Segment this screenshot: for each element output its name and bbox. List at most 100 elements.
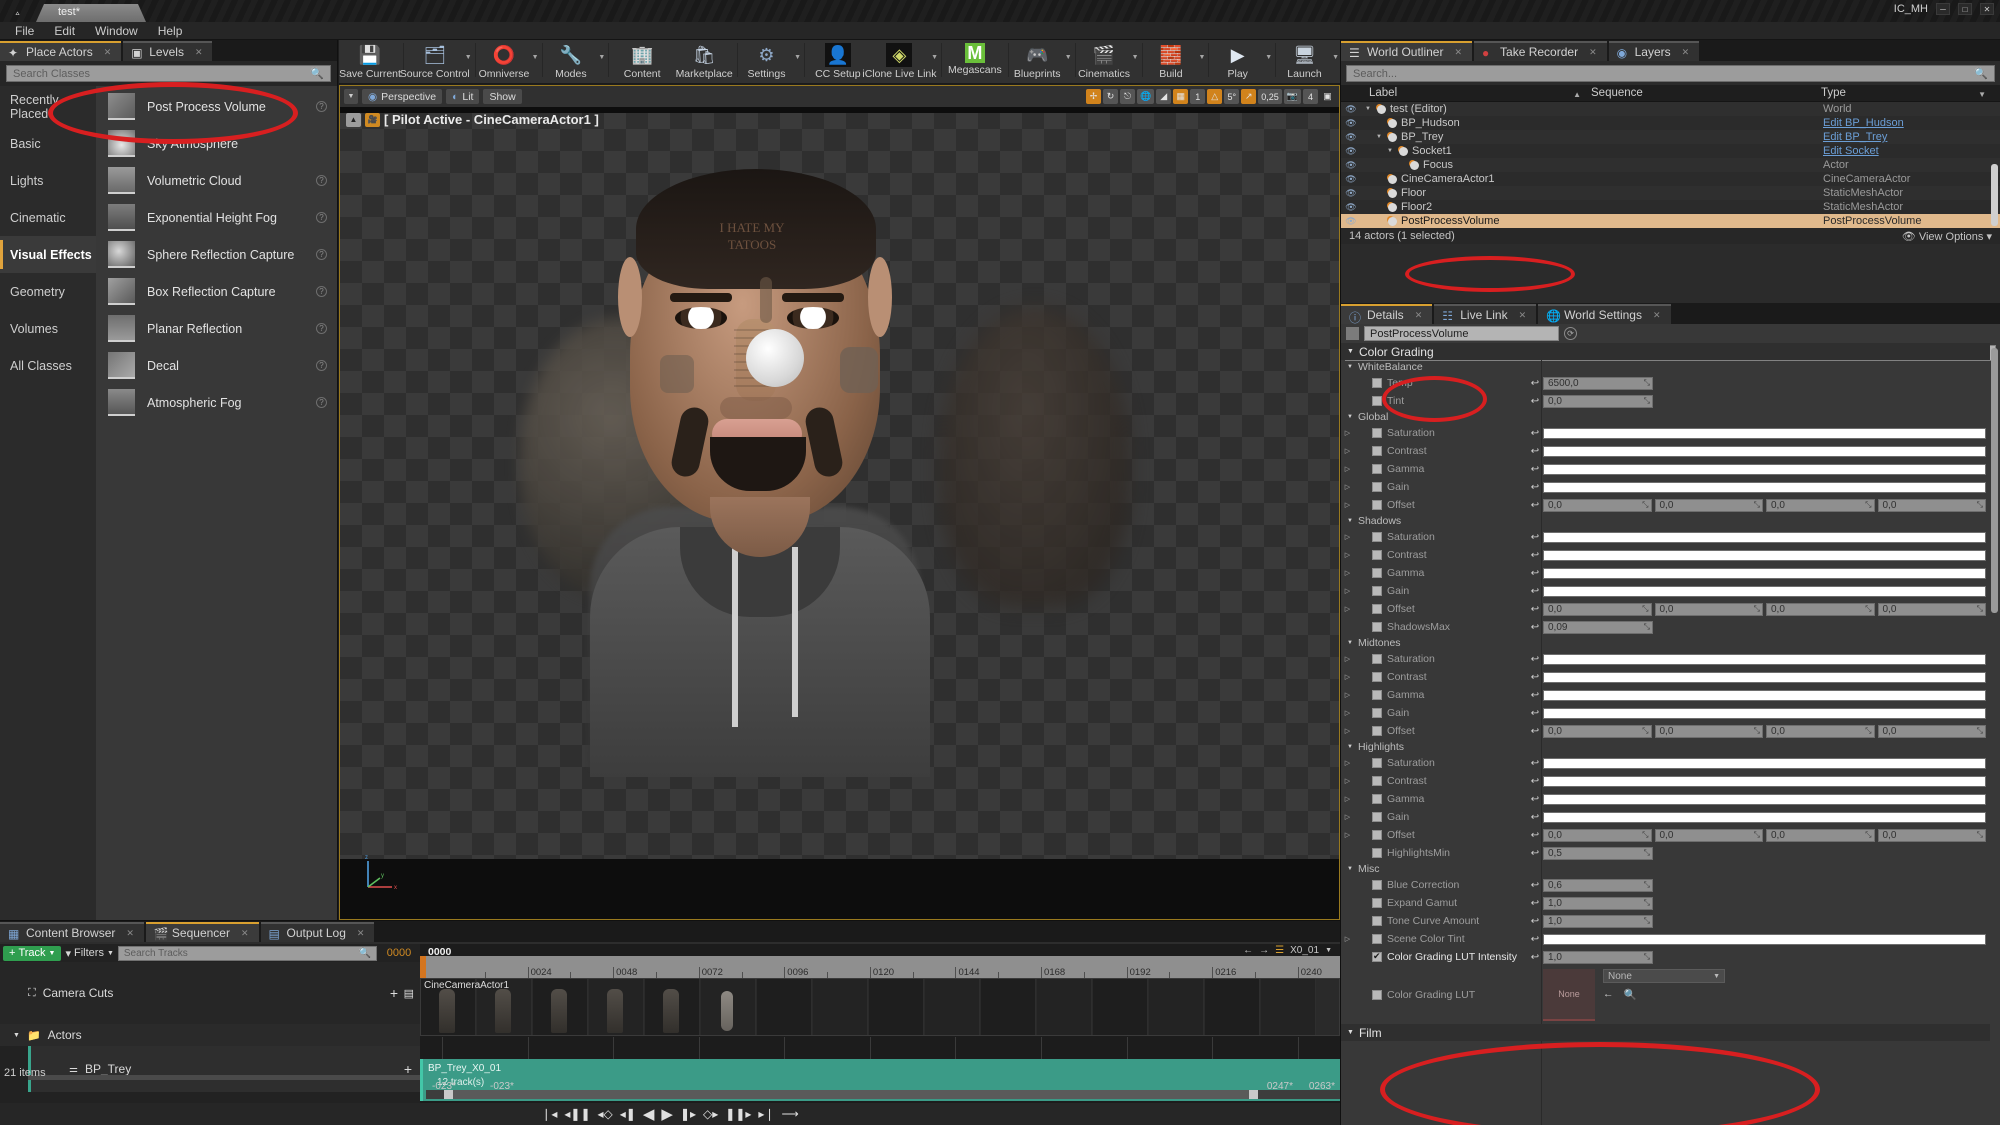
- outliner-row-type-link[interactable]: Edit BP_Hudson: [1823, 117, 2000, 129]
- maximize-button[interactable]: □: [1958, 3, 1972, 15]
- spinner-icon[interactable]: ⤡: [1754, 604, 1760, 614]
- color-gradient-slider-gamma[interactable]: [1543, 463, 1986, 475]
- visibility-eye-icon[interactable]: 👁: [1341, 146, 1361, 157]
- menu-window[interactable]: Window: [86, 23, 147, 39]
- details-subcategory-global[interactable]: ▼ Global: [1341, 410, 1990, 424]
- toolbar-cc-setup-button[interactable]: 👤 CC Setup: [807, 40, 869, 84]
- timeline-range-start2-label[interactable]: -023*: [490, 1081, 514, 1092]
- expand-triangle-icon[interactable]: ▷: [1341, 655, 1354, 663]
- expand-triangle-icon[interactable]: ▷: [1341, 551, 1354, 559]
- expand-triangle-icon[interactable]: ▷: [1341, 465, 1354, 473]
- spinner-icon[interactable]: ⤡: [1977, 830, 1983, 840]
- visibility-eye-icon[interactable]: 👁: [1341, 188, 1361, 199]
- property-checkbox-highlightsmin[interactable]: [1372, 848, 1382, 858]
- color-gradient-slider-gamma[interactable]: [1543, 793, 1986, 805]
- menu-file[interactable]: File: [6, 23, 43, 39]
- expand-triangle-icon[interactable]: ▷: [1341, 795, 1354, 803]
- property-checkbox-saturation[interactable]: [1372, 654, 1382, 664]
- close-icon[interactable]: ✕: [195, 47, 203, 58]
- reset-to-default-icon[interactable]: ↩: [1527, 428, 1543, 439]
- project-tab[interactable]: test*: [36, 4, 146, 22]
- spinner-icon[interactable]: ⤡: [1644, 378, 1650, 388]
- numeric-input-offset[interactable]: 0,0 ⤡: [1654, 498, 1763, 512]
- scrollbar-thumb[interactable]: [444, 1089, 1258, 1099]
- reset-to-default-icon[interactable]: ↩: [1527, 952, 1543, 963]
- close-icon[interactable]: ✕: [1653, 310, 1661, 321]
- visibility-eye-icon[interactable]: 👁: [1341, 202, 1361, 213]
- close-icon[interactable]: ✕: [1682, 47, 1690, 58]
- spinner-icon[interactable]: ⤡: [1642, 500, 1648, 510]
- spinner-icon[interactable]: ⤡: [1865, 604, 1871, 614]
- toolbar-megascans-button[interactable]: M Megascans: [944, 40, 1006, 84]
- expand-triangle-icon[interactable]: ▷: [1341, 777, 1354, 785]
- track-bp-trey[interactable]: ⚌ BP_Trey +: [28, 1046, 420, 1092]
- reset-to-default-icon[interactable]: ↩: [1527, 586, 1543, 597]
- expand-triangle-icon[interactable]: ▷: [1341, 569, 1354, 577]
- outliner-row[interactable]: 👁 ▼ BP_Trey Edit BP_Trey: [1341, 130, 2000, 144]
- property-checkbox-saturation[interactable]: [1372, 758, 1382, 768]
- reset-to-default-icon[interactable]: ↩: [1527, 464, 1543, 475]
- color-gradient-slider-scene-color-tint[interactable]: [1543, 933, 1986, 945]
- outliner-row[interactable]: 👁 ▼ test (Editor) World: [1341, 102, 2000, 116]
- timeline-range-end-label[interactable]: 0247*: [1267, 1081, 1293, 1092]
- numeric-input-offset[interactable]: 0,0 ⤡: [1877, 828, 1986, 842]
- close-icon[interactable]: ✕: [241, 928, 249, 939]
- details-subcategory-whitebalance[interactable]: ▼ WhiteBalance: [1341, 360, 1990, 374]
- track-folder-actors[interactable]: ▼ 📁 Actors: [0, 1024, 420, 1046]
- grid-snap-icon[interactable]: ▦: [1173, 89, 1189, 104]
- spinner-icon[interactable]: ⤡: [1977, 500, 1983, 510]
- expand-triangle-icon[interactable]: ▷: [1341, 727, 1354, 735]
- property-checkbox-gain[interactable]: [1372, 482, 1382, 492]
- numeric-input-offset[interactable]: 0,0 ⤡: [1766, 602, 1875, 616]
- actor-class-box-reflection-capture[interactable]: Box Reflection Capture?: [96, 273, 337, 310]
- close-icon[interactable]: ✕: [357, 928, 365, 939]
- tab-output-log[interactable]: ▤ Output Log ✕: [260, 922, 375, 942]
- property-checkbox-scene-color-tint[interactable]: [1372, 934, 1382, 944]
- spinner-icon[interactable]: ⤡: [1642, 604, 1648, 614]
- expand-triangle-icon[interactable]: ▷: [1341, 587, 1354, 595]
- numeric-input-highlightsmin[interactable]: 0,5 ⤡: [1543, 846, 1653, 860]
- numeric-input-tint[interactable]: 0,0 ⤡: [1543, 394, 1653, 408]
- outliner-row-type-link[interactable]: Edit BP_Trey: [1823, 131, 2000, 143]
- tab-world-outliner[interactable]: ☰ World Outliner ✕: [1341, 41, 1473, 61]
- search-tracks-input[interactable]: Search Tracks 🔍: [117, 945, 377, 961]
- property-checkbox-offset[interactable]: [1372, 604, 1382, 614]
- numeric-input-offset[interactable]: 0,0 ⤡: [1654, 602, 1763, 616]
- tab-live-link[interactable]: ☷ Live Link ✕: [1434, 304, 1537, 324]
- visibility-eye-icon[interactable]: 👁: [1341, 216, 1361, 227]
- add-track-button[interactable]: + Track ▼: [3, 945, 62, 961]
- numeric-input-color-grading-lut-intensity[interactable]: 1,0 ⤡: [1543, 950, 1653, 964]
- expand-triangle-icon[interactable]: ▼: [1347, 1029, 1354, 1036]
- actor-class-post-process-volume[interactable]: Post Process Volume?: [96, 88, 337, 125]
- help-icon[interactable]: ?: [316, 323, 327, 334]
- scrollbar-right-handle[interactable]: [1248, 1089, 1258, 1099]
- chevron-down-icon[interactable]: ▼: [1132, 54, 1139, 61]
- tab-levels[interactable]: ▣ Levels ✕: [123, 41, 213, 61]
- reset-to-default-icon[interactable]: ↩: [1527, 880, 1543, 891]
- column-filter-icon[interactable]: ▼: [1978, 90, 1986, 99]
- camera-cuts-options-icon[interactable]: ▤: [404, 987, 414, 1000]
- expand-triangle-icon[interactable]: ▷: [1341, 605, 1354, 613]
- numeric-input-offset[interactable]: 0,0 ⤡: [1543, 602, 1652, 616]
- spinner-icon[interactable]: ⤡: [1644, 396, 1650, 406]
- view-options-button[interactable]: 👁 View Options ▾: [1902, 230, 1992, 243]
- color-gradient-slider-gamma[interactable]: [1543, 567, 1986, 579]
- outliner-row[interactable]: 👁 CineCameraActor1 CineCameraActor: [1341, 172, 2000, 186]
- tab-place-actors[interactable]: ✦ Place Actors ✕: [0, 41, 122, 61]
- toolbar-iclone-live-link-button[interactable]: ◈ iClone Live Link ▼: [862, 40, 939, 84]
- spinner-icon[interactable]: ⤡: [1865, 830, 1871, 840]
- expand-triangle-icon[interactable]: ▼: [1347, 640, 1353, 646]
- details-category-film[interactable]: ▼ Film: [1341, 1024, 1990, 1041]
- reset-to-default-icon[interactable]: ↩: [1527, 654, 1543, 665]
- property-checkbox-gain[interactable]: [1372, 708, 1382, 718]
- scale-mode-icon[interactable]: ⎋: [1120, 89, 1136, 104]
- browse-asset-icon[interactable]: 🔍: [1624, 988, 1637, 1001]
- actor-class-planar-reflection[interactable]: Planar Reflection?: [96, 310, 337, 347]
- spinner-icon[interactable]: ⤡: [1644, 952, 1650, 962]
- reset-to-default-icon[interactable]: ↩: [1527, 726, 1543, 737]
- help-icon[interactable]: ?: [316, 286, 327, 297]
- column-label[interactable]: Label ▲: [1341, 87, 1591, 99]
- reset-to-default-icon[interactable]: ↩: [1527, 622, 1543, 633]
- use-selected-asset-icon[interactable]: ←: [1603, 988, 1614, 1001]
- details-subcategory-highlights[interactable]: ▼ Highlights: [1341, 740, 1990, 754]
